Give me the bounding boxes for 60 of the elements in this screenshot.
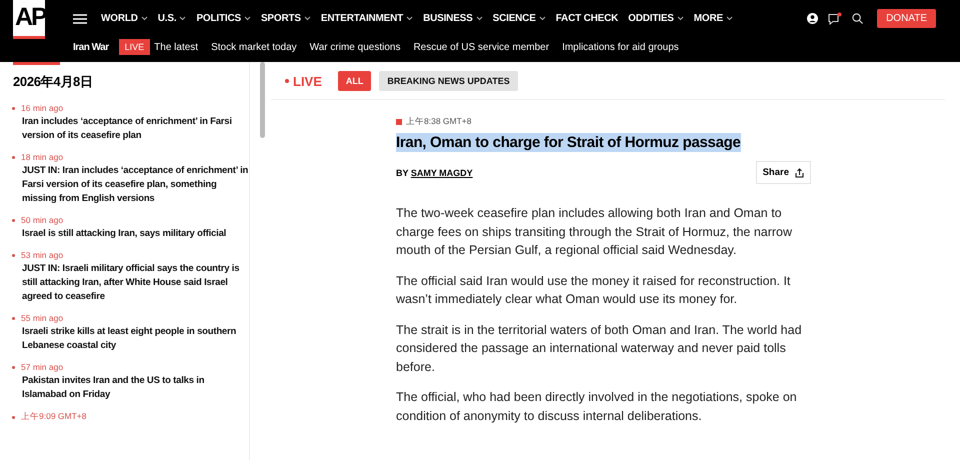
headline-link[interactable]: JUST IN: Iran includes ‘acceptance of enrichment’ in Farsi version of its ceasefire plan, something missing from English versions: [22, 164, 249, 206]
article-headline: Iran, Oman to charge for Strait of Hormuz passage: [396, 133, 741, 152]
nav-item[interactable]: SCIENCE: [492, 13, 546, 24]
topic-link[interactable]: Implications for aid groups: [562, 42, 679, 52]
nav-item[interactable]: BUSINESS: [423, 13, 483, 24]
bullet-icon: [12, 416, 15, 418]
article-paragraph: The official said Iran would use the money it raised for reconstruction. It wasn’t immediately clear what Oman would use its money for.: [396, 272, 792, 308]
timestamp: 上午9:09 GMT+8: [21, 411, 86, 423]
dot-icon: [285, 79, 289, 83]
article-paragraph: The two-week ceasefire plan includes allowing both Iran and Oman to charge fees on ships transiting through the Strait of Hormuz, the narrow mouth of the Persian Gulf, a regional official said Wednesday.: [396, 205, 794, 259]
menu-icon[interactable]: [73, 14, 87, 24]
topic-label[interactable]: Iran War: [73, 42, 109, 52]
timestamp: 57 min ago: [21, 362, 64, 372]
timestamp: 55 min ago: [21, 313, 64, 323]
nav-item[interactable]: ENTERTAINMENT: [320, 13, 414, 24]
headline-link[interactable]: Iran includes ‘acceptance of enrichment’ in Farsi version of its ceasefire plan: [22, 115, 249, 143]
share-button[interactable]: Share: [756, 161, 811, 184]
bullet-icon: [12, 316, 15, 320]
headline-link[interactable]: JUST IN: Israeli military official says the country is still attacking Iran, after White House said Israel agreed to ceasefire: [22, 262, 249, 304]
timestamp: 50 min ago: [21, 215, 64, 225]
topic-link[interactable]: Stock market today: [211, 42, 297, 52]
headline-link[interactable]: Israel is still attacking Iran, says military official: [22, 227, 249, 241]
filter-tab[interactable]: ALL: [338, 71, 372, 91]
donate-button[interactable]: DONATE: [877, 9, 936, 28]
accent-bar: [13, 62, 60, 65]
share-icon: [795, 168, 804, 178]
byline: BY SAMY MAGDY: [396, 168, 473, 178]
nav-item[interactable]: FACT CHECK: [556, 13, 618, 24]
scrollbar[interactable]: [260, 62, 265, 138]
topic-link[interactable]: Rescue of US service member: [413, 42, 550, 52]
nav-item[interactable]: WORLD: [101, 13, 148, 24]
topic-link[interactable]: War crime questions: [310, 42, 400, 52]
date-heading: 2026年4月8日: [13, 73, 94, 91]
square-icon: [396, 119, 402, 125]
bullet-icon: [12, 156, 15, 158]
live-badge: LIVE: [118, 39, 150, 55]
live-label: LIVE: [293, 74, 322, 88]
timestamp: 上午8:38 GMT+8: [406, 116, 472, 128]
nav-item[interactable]: U.S.: [158, 13, 186, 24]
article-paragraph: The strait is in the territorial waters of both Oman and Iran. The world had considered the passage an international waterway and never paid tolls before.: [396, 322, 803, 376]
timestamp: 18 min ago: [21, 152, 64, 162]
nav-item[interactable]: MORE: [694, 13, 733, 24]
headline-link[interactable]: Israeli strike kills at least eight people in southern Lebanese coastal city: [22, 325, 249, 353]
account-icon[interactable]: [807, 13, 818, 24]
bullet-icon: [12, 366, 15, 368]
topic-link[interactable]: The latest: [154, 42, 198, 52]
headline-link[interactable]: Pakistan invites Iran and the US to talks in Islamabad on Friday: [22, 374, 249, 402]
logo[interactable]: AP: [13, 0, 45, 39]
nav-item[interactable]: ODDITIES: [628, 13, 684, 24]
bullet-icon: [12, 218, 15, 222]
bullet-icon: [12, 106, 15, 110]
chat-icon[interactable]: [828, 12, 842, 25]
timestamp: 16 min ago: [21, 103, 64, 113]
search-icon[interactable]: [852, 13, 864, 24]
filter-tab[interactable]: BREAKING NEWS UPDATES: [379, 71, 518, 91]
bullet-icon: [12, 254, 15, 256]
timestamp: 53 min ago: [21, 250, 64, 260]
nav-item[interactable]: SPORTS: [260, 13, 311, 24]
nav-item[interactable]: POLITICS: [196, 13, 251, 24]
article-paragraph: The official, who had been directly involved in the negotiations, spoke on condition of anonymity to discuss internal deliberations.: [396, 389, 798, 425]
